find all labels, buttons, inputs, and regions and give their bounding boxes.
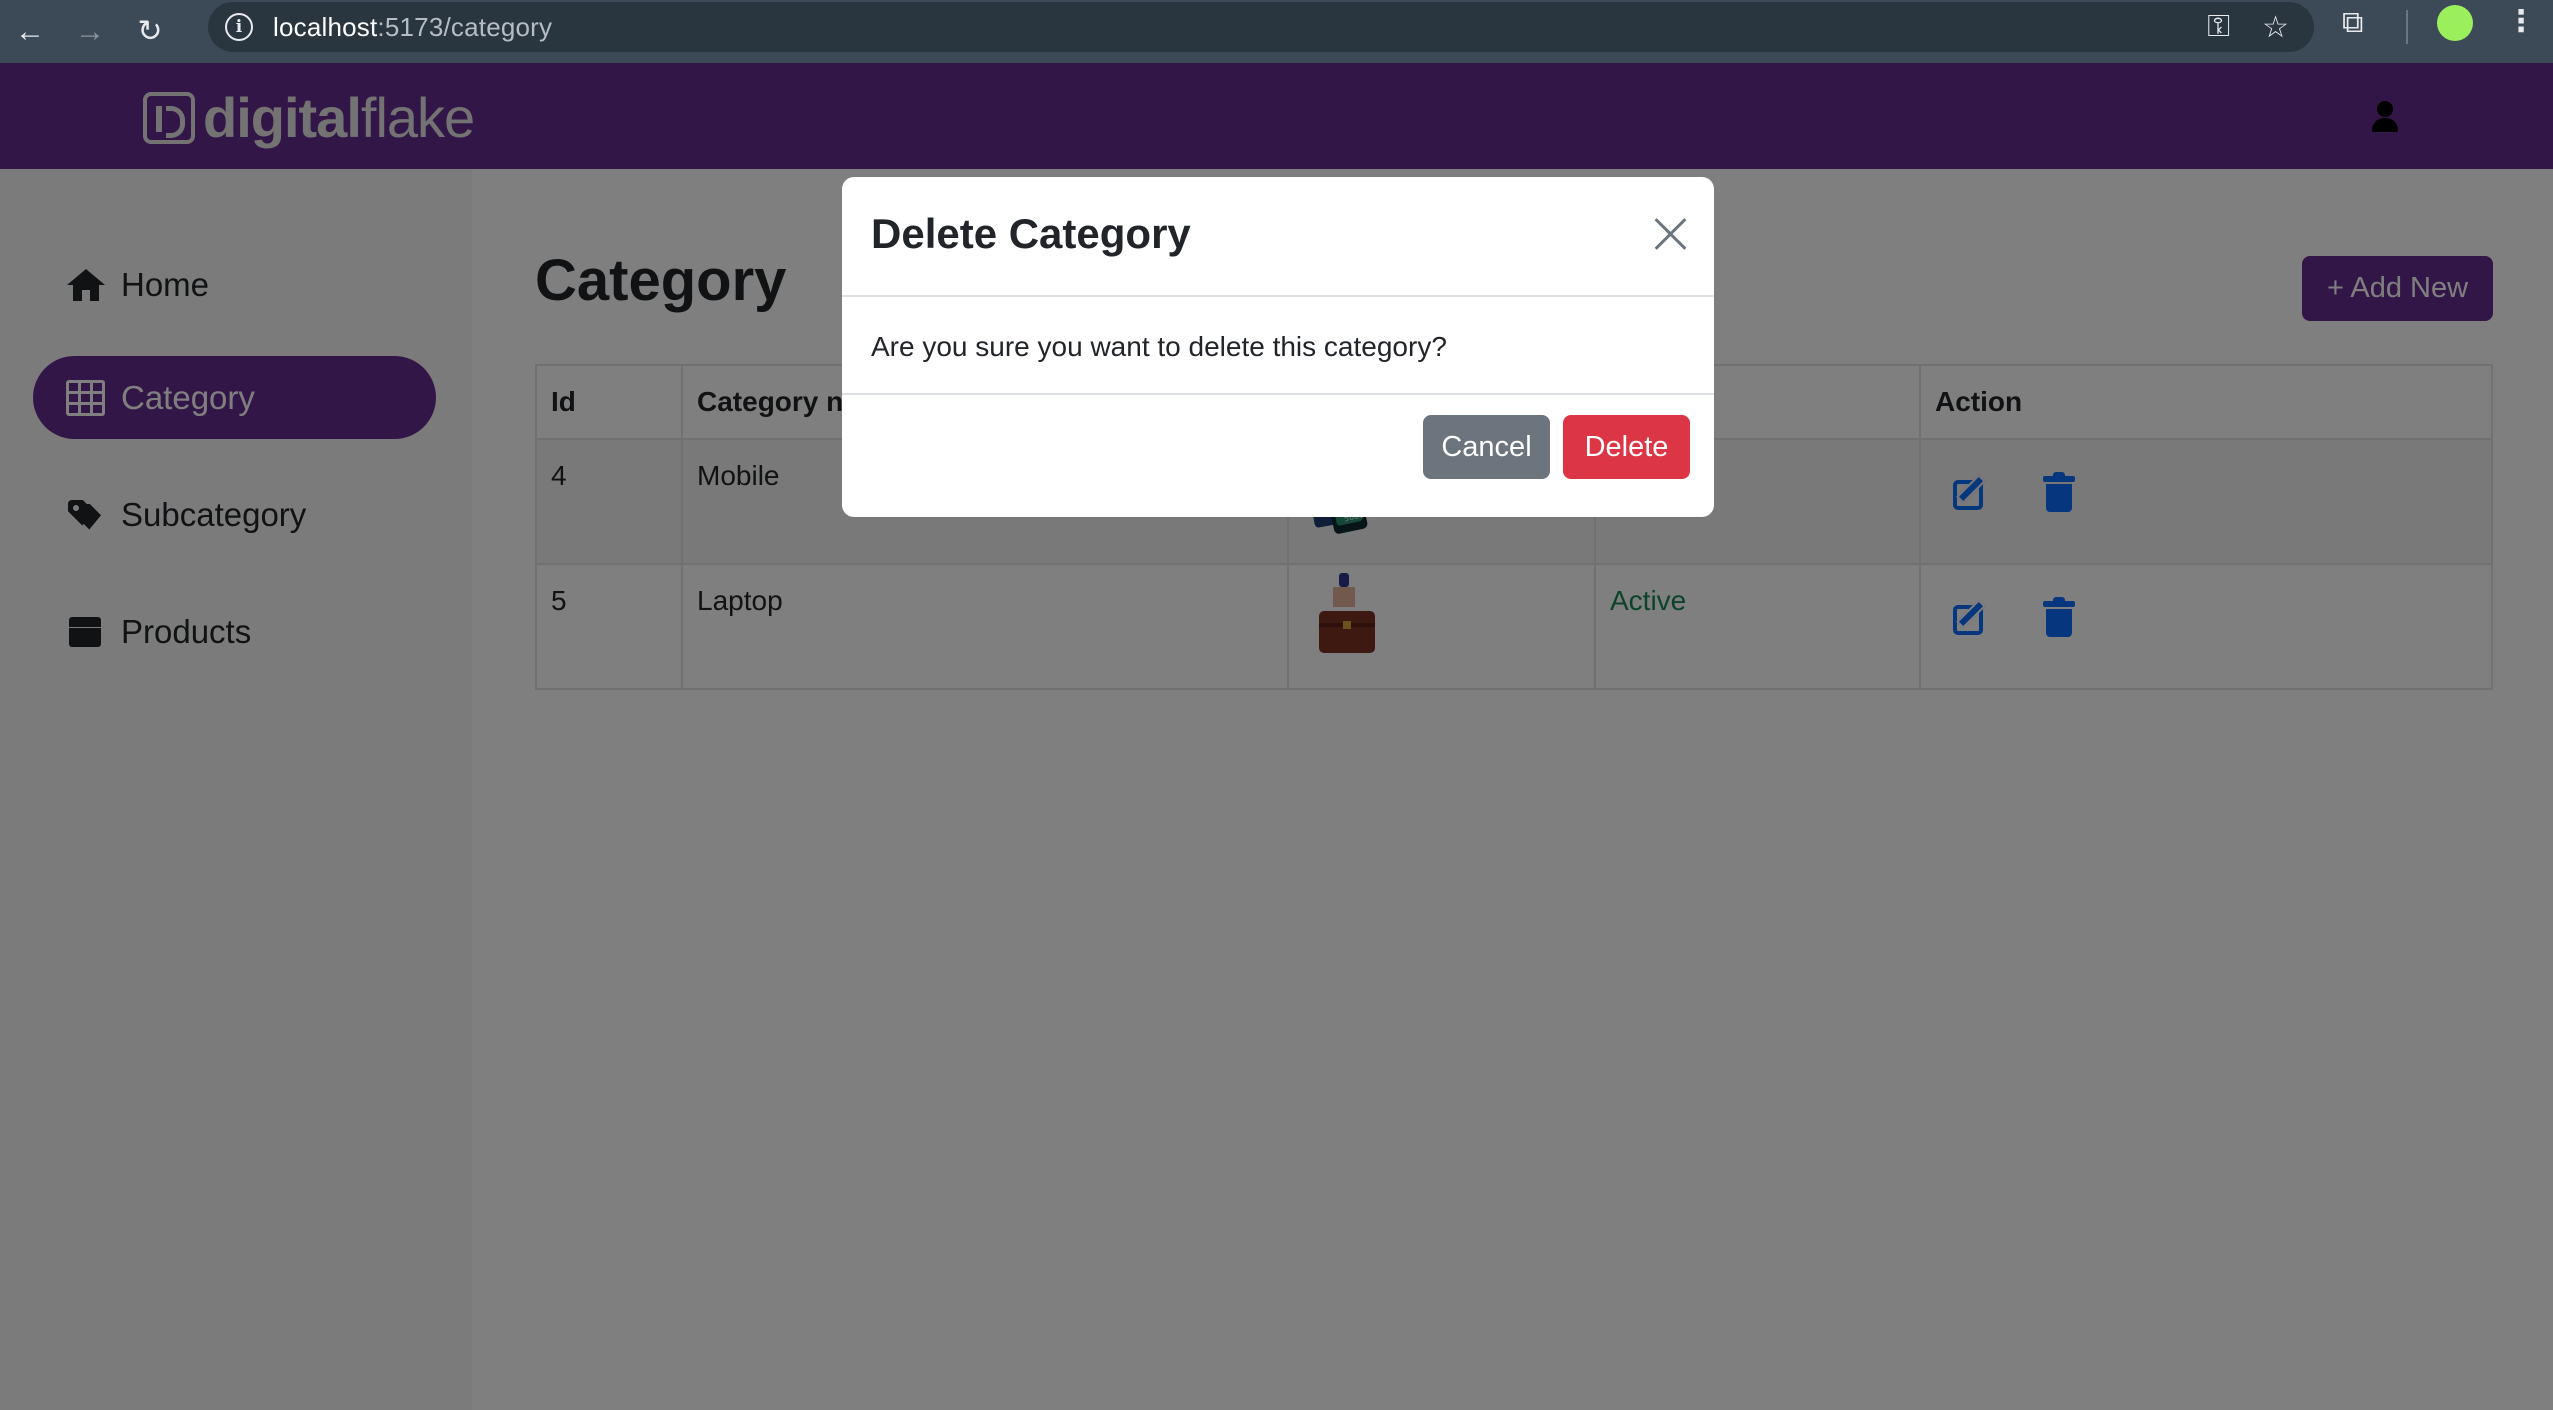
url-text: localhost:5173/category	[273, 12, 552, 43]
profile-avatar[interactable]	[2437, 5, 2473, 41]
extensions-icon[interactable]: ⧉	[2342, 6, 2363, 40]
toolbar-divider	[2406, 10, 2408, 44]
close-icon[interactable]	[1654, 217, 1688, 251]
modal-body: Are you sure you want to delete this cat…	[842, 297, 1714, 395]
delete-category-modal: Delete Category Are you sure you want to…	[842, 177, 1714, 517]
cancel-button[interactable]: Cancel	[1423, 415, 1550, 479]
back-icon[interactable]: ←	[0, 0, 60, 63]
key-icon[interactable]: ⚿	[2207, 10, 2230, 44]
more-menu-icon[interactable]: ⋮	[2506, 4, 2536, 39]
modal-title: Delete Category	[871, 210, 1191, 257]
delete-button[interactable]: Delete	[1563, 415, 1690, 479]
forward-icon[interactable]: →	[60, 0, 120, 63]
site-info-icon[interactable]: i	[225, 13, 253, 41]
modal-footer: Cancel Delete	[842, 395, 1714, 515]
browser-toolbar: ← → ↻ i localhost:5173/category ⚿ ☆ ⧉ ⋮	[0, 0, 2553, 63]
address-bar[interactable]: i localhost:5173/category ⚿ ☆	[208, 2, 2314, 52]
modal-header: Delete Category	[842, 177, 1714, 297]
modal-backdrop[interactable]: Delete Category Are you sure you want to…	[0, 63, 2553, 1410]
url-host: localhost	[273, 11, 378, 42]
bookmark-star-icon[interactable]: ☆	[2262, 10, 2289, 45]
modal-message: Are you sure you want to delete this cat…	[871, 331, 1447, 362]
url-path: :5173/category	[377, 11, 553, 42]
reload-icon[interactable]: ↻	[120, 0, 180, 63]
